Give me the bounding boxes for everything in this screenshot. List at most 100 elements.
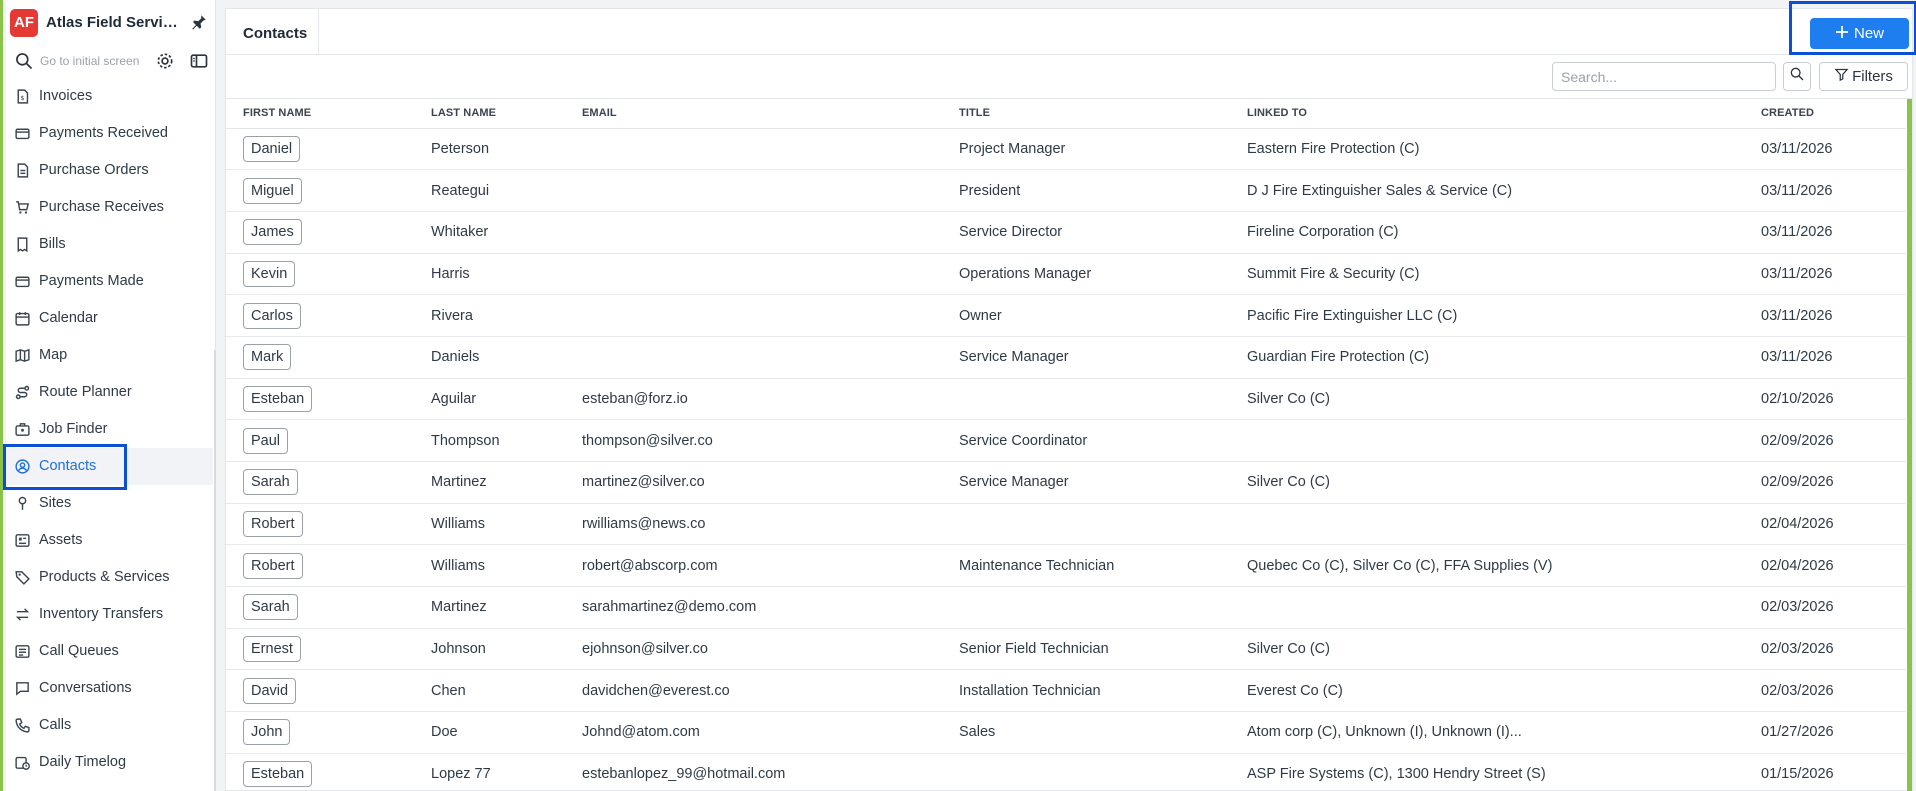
sidebar-item-products-services[interactable]: Products & Services — [6, 559, 213, 596]
cell-created: 02/03/2026 — [1744, 586, 1906, 629]
first-name-link[interactable]: Mark — [243, 344, 292, 371]
sidebar-item-label: Calendar — [39, 310, 98, 326]
sidebar-item-call-queues[interactable]: Call Queues — [6, 633, 213, 670]
cell-created: 02/10/2026 — [1744, 378, 1906, 421]
queue-icon — [14, 643, 31, 660]
sidebar-header: AF Atlas Field Services — [6, 0, 216, 44]
cell-title — [942, 586, 1230, 629]
sidebar-scrollbar[interactable] — [214, 350, 216, 791]
column-header-first-name[interactable]: FIRST NAME — [226, 99, 414, 129]
sidebar-item-conversations[interactable]: Conversations — [6, 670, 213, 707]
sidebar-item-contacts[interactable]: Contacts — [6, 448, 213, 485]
sidebar-item-assets[interactable]: Assets — [6, 522, 213, 559]
panel-toggle-icon[interactable] — [189, 51, 209, 71]
table-row[interactable]: Kevin Harris Operations Manager Summit Fire… — [226, 253, 1906, 296]
cell-linked-to: Quebec Co (C), Silver Co (C), FFA Suppli… — [1230, 544, 1744, 588]
table-row[interactable]: John Doe Johnd@atom.com Sales Atom corp (C),… — [226, 711, 1906, 754]
table-row[interactable]: Robert Williams robert@abscorp.com Maintena… — [226, 544, 1906, 588]
first-name-link[interactable]: Sarah — [243, 469, 298, 496]
first-name-link[interactable]: Daniel — [243, 135, 301, 162]
first-name-link[interactable]: Sarah — [243, 594, 298, 621]
first-name-link[interactable]: Carlos — [243, 302, 301, 329]
sidebar-item-payments-made[interactable]: Payments Made — [6, 263, 213, 300]
cell-first-name: Miguel — [226, 169, 414, 212]
org-name[interactable]: Atlas Field Services — [46, 14, 181, 31]
cell-created: 02/03/2026 — [1744, 628, 1906, 671]
cell-first-name: Ernest — [226, 628, 414, 671]
sidebar-item-map[interactable]: Map — [6, 337, 213, 374]
invoice-icon: $ — [14, 88, 31, 105]
table-row[interactable]: Carlos Rivera Owner Pacific Fire Extinguish… — [226, 294, 1906, 337]
sidebar-item-calendar[interactable]: Calendar — [6, 300, 213, 337]
table-row[interactable]: David Chen davidchen@everest.co Installatio… — [226, 669, 1906, 713]
tab-contacts[interactable]: Contacts — [226, 9, 319, 55]
sidebar-item-calls[interactable]: Calls — [6, 707, 213, 744]
table-row[interactable]: Esteban Aguilar esteban@forz.io Silver Co (… — [226, 378, 1906, 421]
table-header-row: FIRST NAME LAST NAME EMAIL TITLE LINKED TO CR… — [226, 99, 1906, 129]
cell-email: robert@abscorp.com — [565, 544, 942, 588]
sidebar-item-job-finder[interactable]: Job Finder — [6, 411, 213, 448]
cell-first-name: Paul — [226, 419, 414, 462]
cell-first-name: Carlos — [226, 294, 414, 337]
first-name-link[interactable]: Miguel — [243, 177, 302, 204]
sidebar-search-hint[interactable]: Go to initial screen — [40, 54, 160, 68]
column-header-linked-to[interactable]: LINKED TO — [1230, 99, 1744, 129]
sidebar-item-daily-timelog[interactable]: Daily Timelog — [6, 744, 213, 781]
cell-linked-to: Atom corp (C), Unknown (I), Unknown (I).… — [1230, 711, 1744, 754]
org-logo[interactable]: AF — [10, 9, 38, 37]
sidebar-item-sites[interactable]: Sites — [6, 485, 213, 522]
cell-created: 02/04/2026 — [1744, 544, 1906, 588]
filters-button[interactable]: Filters — [1819, 62, 1908, 91]
table-row[interactable]: Sarah Martinez sarahmartinez@demo.com 02/03… — [226, 586, 1906, 629]
first-name-link[interactable]: Esteban — [243, 385, 313, 412]
cell-last-name: Reategui — [414, 169, 565, 212]
sidebar-item-payments-received[interactable]: Payments Received — [6, 115, 213, 152]
column-header-created[interactable]: CREATED — [1744, 99, 1906, 129]
table-row[interactable]: Robert Williams rwilliams@news.co 02/04/202… — [226, 503, 1906, 546]
first-name-link[interactable]: Esteban — [243, 761, 313, 788]
sidebar-item-purchase-receives[interactable]: Purchase Receives — [6, 189, 213, 226]
search-icon[interactable] — [14, 51, 34, 71]
gear-icon[interactable] — [155, 51, 175, 71]
sidebar-item-route-planner[interactable]: Route Planner — [6, 374, 213, 411]
cell-created: 03/11/2026 — [1744, 294, 1906, 337]
contacts-table-container: FIRST NAME LAST NAME EMAIL TITLE LINKED TO CR… — [226, 99, 1912, 791]
search-button[interactable] — [1783, 62, 1811, 91]
cell-email — [565, 169, 942, 212]
search-icon — [1789, 66, 1805, 87]
cell-last-name: Williams — [414, 544, 565, 588]
first-name-link[interactable]: Kevin — [243, 260, 296, 287]
column-header-title[interactable]: TITLE — [942, 99, 1230, 129]
first-name-link[interactable]: David — [243, 677, 297, 704]
new-contact-button[interactable]: New — [1810, 18, 1909, 49]
sidebar-item-inventory-transfers[interactable]: Inventory Transfers — [6, 596, 213, 633]
table-row[interactable]: Ernest Johnson ejohnson@silver.co Senior Fi… — [226, 628, 1906, 671]
table-row[interactable]: Esteban Lopez 77 estebanlopez_99@hotmail.c… — [226, 753, 1906, 791]
first-name-link[interactable]: John — [243, 719, 291, 746]
sidebar-item-bills[interactable]: Bills — [6, 226, 213, 263]
table-row[interactable]: Mark Daniels Service Manager Guardian Fire … — [226, 336, 1906, 379]
first-name-link[interactable]: Paul — [243, 427, 289, 454]
sidebar-item-purchase-orders[interactable]: Purchase Orders — [6, 152, 213, 189]
search-input[interactable] — [1552, 62, 1776, 91]
table-row[interactable]: Paul Thompson thompson@silver.co Service Co… — [226, 419, 1906, 462]
table-row[interactable]: Sarah Martinez martinez@silver.co Service M… — [226, 461, 1906, 504]
column-header-email[interactable]: EMAIL — [565, 99, 942, 129]
column-header-last-name[interactable]: LAST NAME — [414, 99, 565, 129]
cell-linked-to: Silver Co (C) — [1230, 461, 1744, 504]
first-name-link[interactable]: Robert — [243, 511, 303, 538]
sidebar-item-invoices[interactable]: $ Invoices — [6, 78, 213, 115]
first-name-link[interactable]: James — [243, 219, 302, 246]
pin-icon[interactable] — [190, 13, 208, 31]
cell-first-name: David — [226, 669, 414, 713]
cell-title — [942, 378, 1230, 421]
cell-first-name: Daniel — [226, 128, 414, 171]
table-row[interactable]: Daniel Peterson Project Manager Eastern Fir… — [226, 128, 1906, 171]
table-row[interactable]: James Whitaker Service Director Fireline Co… — [226, 211, 1906, 254]
table-scrollbar[interactable] — [1907, 99, 1912, 791]
table-row[interactable]: Miguel Reategui President D J Fire Extingui… — [226, 169, 1906, 212]
bill-icon — [14, 236, 31, 253]
first-name-link[interactable]: Robert — [243, 552, 303, 579]
cell-email: Johnd@atom.com — [565, 711, 942, 754]
first-name-link[interactable]: Ernest — [243, 636, 301, 663]
